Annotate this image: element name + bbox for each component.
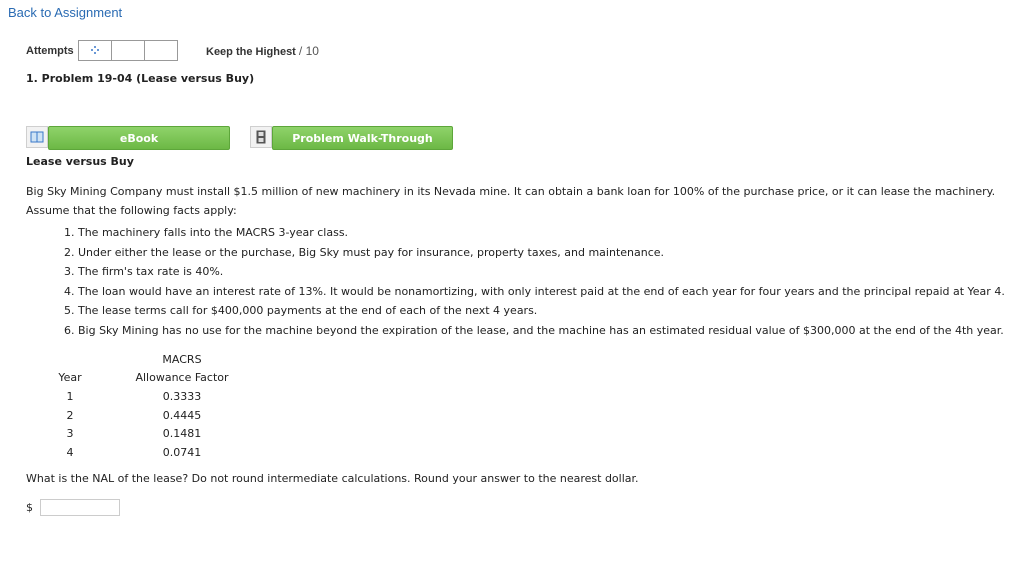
film-icon xyxy=(256,130,266,144)
table-row: 4 0.0741 xyxy=(48,443,272,462)
keep-highest-text: Keep the Highest xyxy=(206,46,296,58)
table-row: 1 0.3333 xyxy=(48,387,272,406)
max-score: / 10 xyxy=(298,44,319,58)
factor-cell: 0.3333 xyxy=(162,389,202,403)
year-cell: 3 xyxy=(66,427,74,441)
year-cell: 1 xyxy=(66,389,74,403)
nal-answer-input[interactable] xyxy=(40,499,120,516)
back-to-assignment-link[interactable]: Back to Assignment xyxy=(8,5,122,20)
currency-symbol: $ xyxy=(26,501,33,514)
attempts-row: Attempts xyxy=(26,40,178,61)
fact-item: 4. The loan would have an interest rate … xyxy=(64,284,1005,298)
book-icon xyxy=(30,131,44,143)
header-macrs: MACRS xyxy=(162,352,202,366)
fact-item: 2. Under either the lease or the purchas… xyxy=(64,245,665,259)
ebook-icon-box[interactable] xyxy=(26,126,48,148)
header-allowance-factor: Allowance Factor xyxy=(135,371,229,385)
walkthrough-button[interactable]: Problem Walk-Through xyxy=(272,126,453,150)
attempt-slot-1 xyxy=(79,41,112,60)
table-row: 2 0.4445 xyxy=(48,406,272,425)
problem-intro: Big Sky Mining Company must install $1.5… xyxy=(26,185,996,217)
attempts-indicator xyxy=(77,40,178,61)
problem-title: 1. Problem 19-04 (Lease versus Buy) xyxy=(26,72,255,85)
factor-cell: 0.1481 xyxy=(162,427,202,441)
section-heading: Lease versus Buy xyxy=(26,155,134,168)
factor-cell: 0.0741 xyxy=(162,445,202,459)
attempts-label: Attempts xyxy=(26,44,74,57)
question-text: What is the NAL of the lease? Do not rou… xyxy=(26,472,639,485)
header-year: Year xyxy=(58,371,82,385)
keep-highest-label: Keep the Highest / 10 xyxy=(206,44,319,58)
fact-item: 6. Big Sky Mining has no use for the mac… xyxy=(64,323,1004,337)
header-blank xyxy=(48,350,92,369)
spinner-icon xyxy=(90,46,99,54)
attempt-slot-3 xyxy=(145,41,177,60)
table-row: 3 0.1481 xyxy=(48,424,272,443)
facts-list: 1. The machinery falls into the MACRS 3-… xyxy=(64,225,1005,343)
macrs-table: MACRS Year Allowance Factor 1 0.3333 2 0… xyxy=(48,350,272,462)
fact-item: 1. The machinery falls into the MACRS 3-… xyxy=(64,226,349,239)
ebook-button[interactable]: eBook xyxy=(48,126,230,150)
answer-row: $ xyxy=(26,499,120,516)
walkthrough-icon-box[interactable] xyxy=(250,126,272,148)
year-cell: 2 xyxy=(66,408,74,422)
fact-item: 3. The firm's tax rate is 40%. xyxy=(64,265,224,279)
fact-item: 5. The lease terms call for $400,000 pay… xyxy=(64,304,538,318)
attempt-slot-2 xyxy=(112,41,145,60)
factor-cell: 0.4445 xyxy=(162,408,202,422)
year-cell: 4 xyxy=(66,445,74,459)
